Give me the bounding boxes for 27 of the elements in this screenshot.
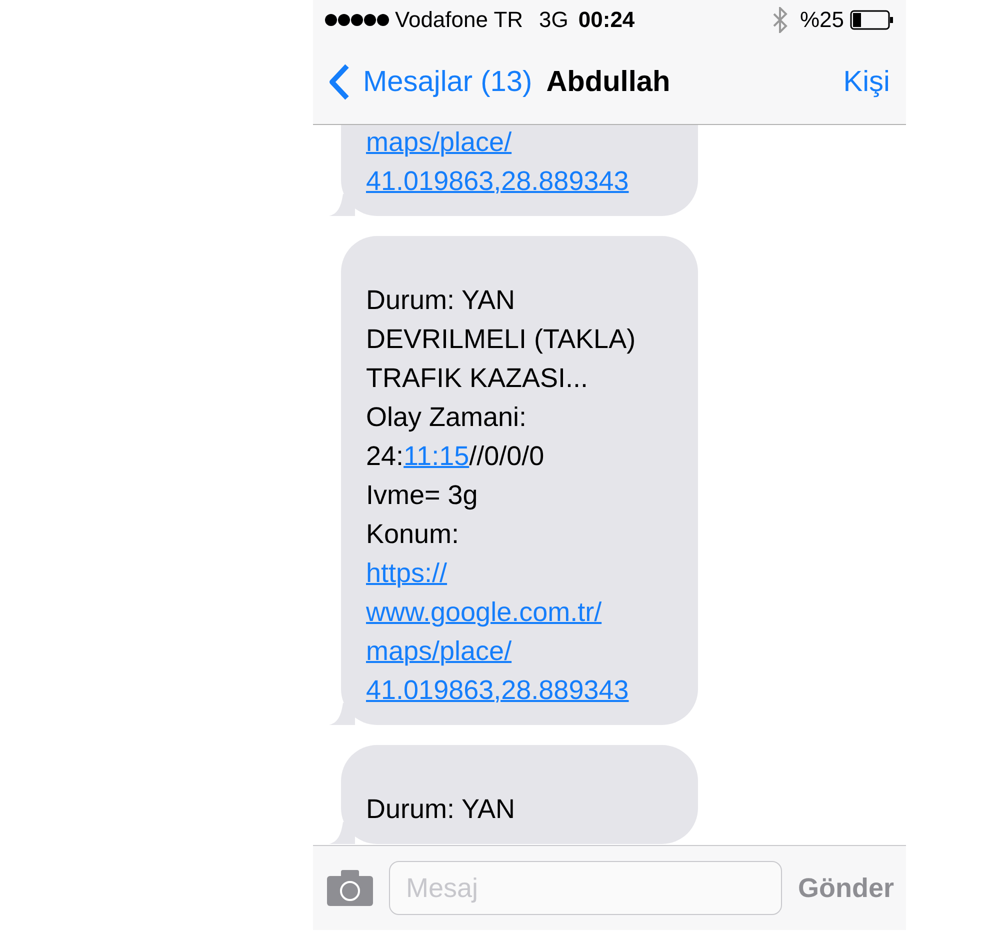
- message-link[interactable]: 11:15: [404, 441, 470, 471]
- back-button[interactable]: Mesajlar (13): [327, 63, 532, 101]
- message-text: Ivme= 3g: [366, 479, 479, 512]
- send-button[interactable]: Gönder: [798, 872, 894, 904]
- contact-button[interactable]: Kişi: [843, 66, 890, 98]
- clock-time: 00:24: [578, 7, 635, 33]
- battery-icon: [850, 10, 894, 30]
- message-link[interactable]: https://: [366, 554, 448, 593]
- message-text: Olay Zamani:: [366, 401, 528, 434]
- message-link[interactable]: www.google.com.tr/: [366, 593, 602, 632]
- message-text: Konum:: [366, 518, 460, 551]
- battery-percent: %25: [800, 7, 844, 33]
- contact-name: Abdullah: [546, 66, 670, 98]
- message-text: Durum: YAN: [366, 284, 516, 317]
- bluetooth-icon: [772, 7, 788, 33]
- signal-icon: [325, 13, 389, 27]
- camera-icon[interactable]: [327, 870, 373, 906]
- message-link[interactable]: maps/place/: [366, 123, 512, 162]
- message-text: Durum: YAN: [366, 793, 516, 826]
- message-text: TRAFIK KAZASI...: [366, 362, 590, 395]
- message-link[interactable]: maps/place/: [366, 632, 512, 671]
- message-text: 24:11:15//0/0/0: [366, 440, 546, 473]
- carrier-name: Vodafone TR: [395, 7, 524, 33]
- message-text: DEVRILMELI (TAKLA): [366, 323, 637, 356]
- message-link[interactable]: 41.019863,28.889343: [366, 671, 629, 710]
- message-link[interactable]: 41.019863,28.889343: [366, 162, 629, 201]
- network-type: 3G: [539, 7, 568, 33]
